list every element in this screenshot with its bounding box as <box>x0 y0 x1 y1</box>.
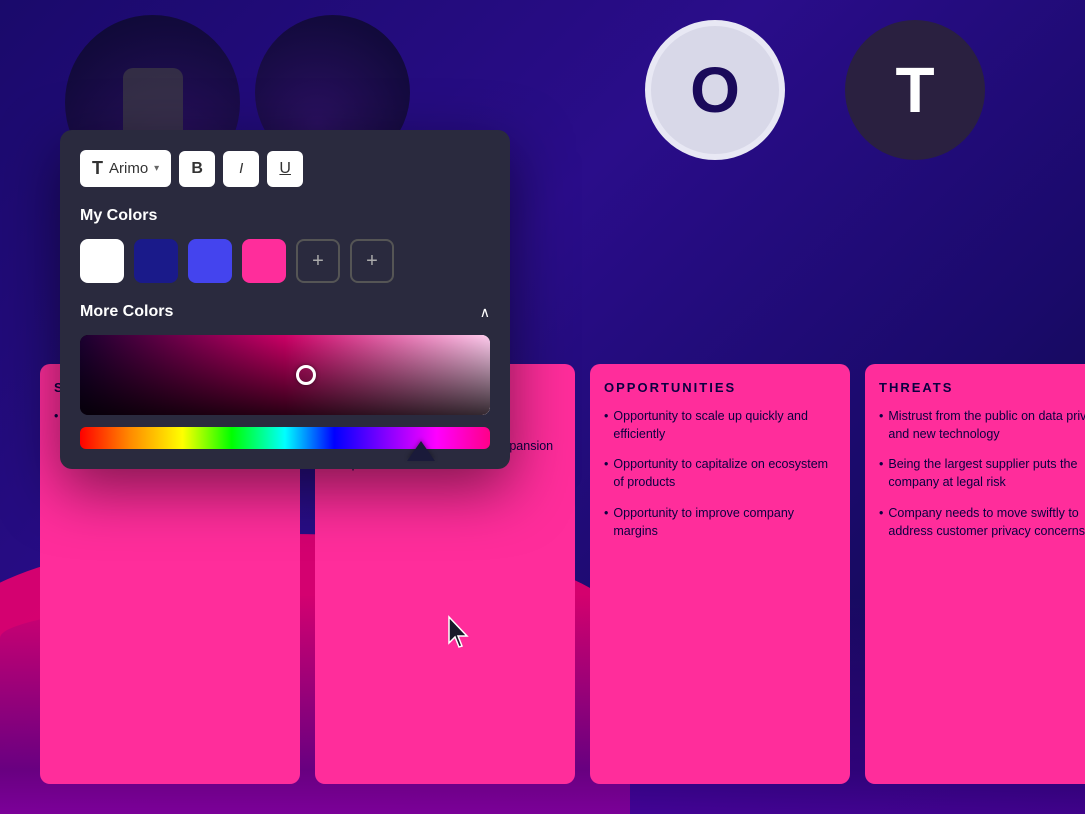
threats-header: THREATS <box>879 380 1085 395</box>
add-color-button-2[interactable]: + <box>350 239 394 283</box>
list-item: Opportunity to scale up quickly and effi… <box>604 407 836 443</box>
list-item: Opportunity to capitalize on ecosystem o… <box>604 455 836 491</box>
text-type-icon: T <box>92 158 103 179</box>
color-picker-popup: T Arimo ▾ B I U My Colors + + More Color… <box>60 130 510 469</box>
font-selector[interactable]: T Arimo ▾ <box>80 150 171 187</box>
saturation-picker-handle[interactable] <box>296 365 316 385</box>
threats-list: Mistrust from the public on data privacy… <box>879 407 1085 540</box>
hue-cursor <box>407 441 435 461</box>
list-item: Company needs to move swiftly to address… <box>879 504 1085 540</box>
threats-letter: T <box>895 53 934 127</box>
add-color-button-1[interactable]: + <box>296 239 340 283</box>
list-item: Opportunity to improve company margins <box>604 504 836 540</box>
more-colors-label: More Colors <box>80 303 173 321</box>
more-colors-section-header: More Colors ∧ <box>80 303 490 321</box>
my-colors-label: My Colors <box>80 207 490 225</box>
collapse-icon[interactable]: ∧ <box>480 304 490 321</box>
italic-button[interactable]: I <box>223 151 259 187</box>
opportunities-list: Opportunity to scale up quickly and effi… <box>604 407 836 540</box>
saturation-picker[interactable] <box>80 335 490 415</box>
color-swatch-navy[interactable] <box>134 239 178 283</box>
opportunity-letter: O <box>690 53 740 127</box>
text-format-toolbar: T Arimo ▾ B I U <box>80 150 490 187</box>
hue-bar[interactable] <box>80 427 490 449</box>
color-swatches-row: + + <box>80 239 490 283</box>
opportunities-column: OPPORTUNITIES Opportunity to scale up qu… <box>590 364 850 784</box>
top-circles-container: O T <box>645 20 985 160</box>
opportunity-circle: O <box>645 20 785 160</box>
threats-circle-group: T <box>845 20 985 160</box>
color-swatch-white[interactable] <box>80 239 124 283</box>
list-item: Being the largest supplier puts the comp… <box>879 455 1085 491</box>
opportunity-circle-group: O <box>645 20 785 160</box>
underline-button[interactable]: U <box>267 151 303 187</box>
color-swatch-pink[interactable] <box>242 239 286 283</box>
threats-column: THREATS Mistrust from the public on data… <box>865 364 1085 784</box>
font-dropdown-arrow-icon[interactable]: ▾ <box>154 163 159 174</box>
bold-button[interactable]: B <box>179 151 215 187</box>
color-swatch-blue[interactable] <box>188 239 232 283</box>
list-item: Mistrust from the public on data privacy… <box>879 407 1085 443</box>
opportunities-header: OPPORTUNITIES <box>604 380 836 395</box>
threats-circle: T <box>845 20 985 160</box>
font-name-label: Arimo <box>109 160 148 177</box>
